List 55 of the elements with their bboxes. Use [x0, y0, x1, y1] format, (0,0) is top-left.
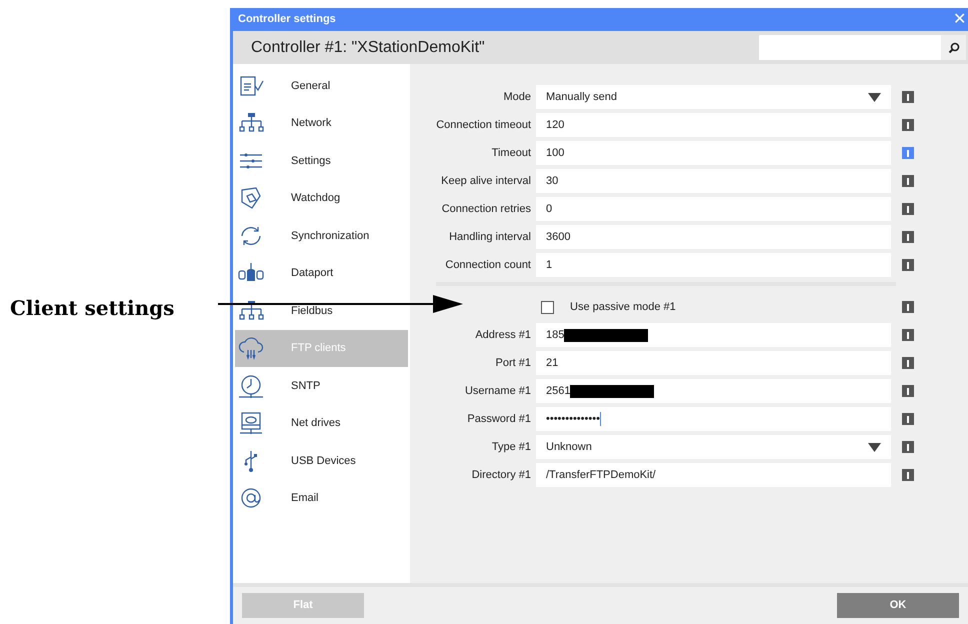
input-field[interactable]: 120 [536, 113, 891, 137]
field-label: Keep alive interval [440, 174, 532, 189]
input-field[interactable]: 3600 [536, 225, 891, 249]
field-label: Connection count [444, 258, 532, 273]
search-icon [948, 42, 960, 54]
info-icon[interactable] [902, 175, 914, 187]
field-label: Timeout [490, 146, 532, 161]
input-field[interactable]: /TransferFTPDemoKit/ [536, 463, 891, 487]
info-icon[interactable] [902, 385, 914, 397]
window-title: Controller settings [238, 12, 336, 28]
input-field[interactable]: 100 [536, 141, 891, 165]
clock-icon [238, 374, 264, 398]
info-icon[interactable] [902, 203, 914, 215]
info-icon[interactable] [902, 147, 914, 159]
info-icon[interactable] [902, 413, 914, 425]
info-icon[interactable] [902, 469, 914, 481]
info-icon[interactable] [902, 301, 914, 313]
info-icon[interactable] [902, 357, 914, 369]
dropdown[interactable]: Manually send [536, 85, 891, 109]
input-field[interactable]: 30 [536, 169, 891, 193]
info-icon[interactable] [902, 441, 914, 453]
field-label: Type #1 [490, 440, 532, 455]
field-label: Connection timeout [435, 118, 532, 133]
annotation-label: Client settings [10, 295, 174, 322]
search-button[interactable] [941, 35, 966, 60]
input-field[interactable]: 0 [536, 197, 891, 221]
field-label: Handling interval [448, 230, 532, 245]
dropdown[interactable]: Unknown [536, 435, 891, 459]
info-icon[interactable] [902, 91, 914, 103]
controller-title: Controller #1: "XStationDemoKit" [251, 38, 486, 58]
dropdown-arrow-icon [868, 92, 881, 102]
checkbox[interactable] [541, 300, 554, 314]
password-field[interactable]: •••••••••••••• [536, 407, 891, 431]
dropdown-arrow-icon [868, 442, 881, 452]
input-field[interactable]: 185 [536, 323, 891, 347]
field-label: Address #1 [474, 328, 532, 343]
field-label: Mode [502, 90, 532, 105]
search-field[interactable] [759, 35, 966, 60]
field-label: Password #1 [466, 412, 532, 427]
input-field[interactable]: 2561 [536, 379, 891, 403]
input-field[interactable]: 1 [536, 253, 891, 277]
input-field[interactable]: 21 [536, 351, 891, 375]
info-icon[interactable] [902, 119, 914, 131]
cloud-icon [238, 336, 264, 360]
info-icon[interactable] [902, 259, 914, 271]
clipboard-icon [238, 74, 264, 98]
info-icon[interactable] [902, 231, 914, 243]
checkbox-label: Use passive mode #1 [570, 300, 676, 315]
ok-button[interactable]: OK [837, 593, 959, 618]
drive-icon [238, 411, 264, 436]
field-label: Username #1 [464, 384, 532, 399]
field-label: Port #1 [494, 356, 532, 371]
field-label: Directory #1 [470, 468, 532, 483]
info-icon[interactable] [902, 329, 914, 341]
field-label: Connection retries [440, 202, 532, 217]
